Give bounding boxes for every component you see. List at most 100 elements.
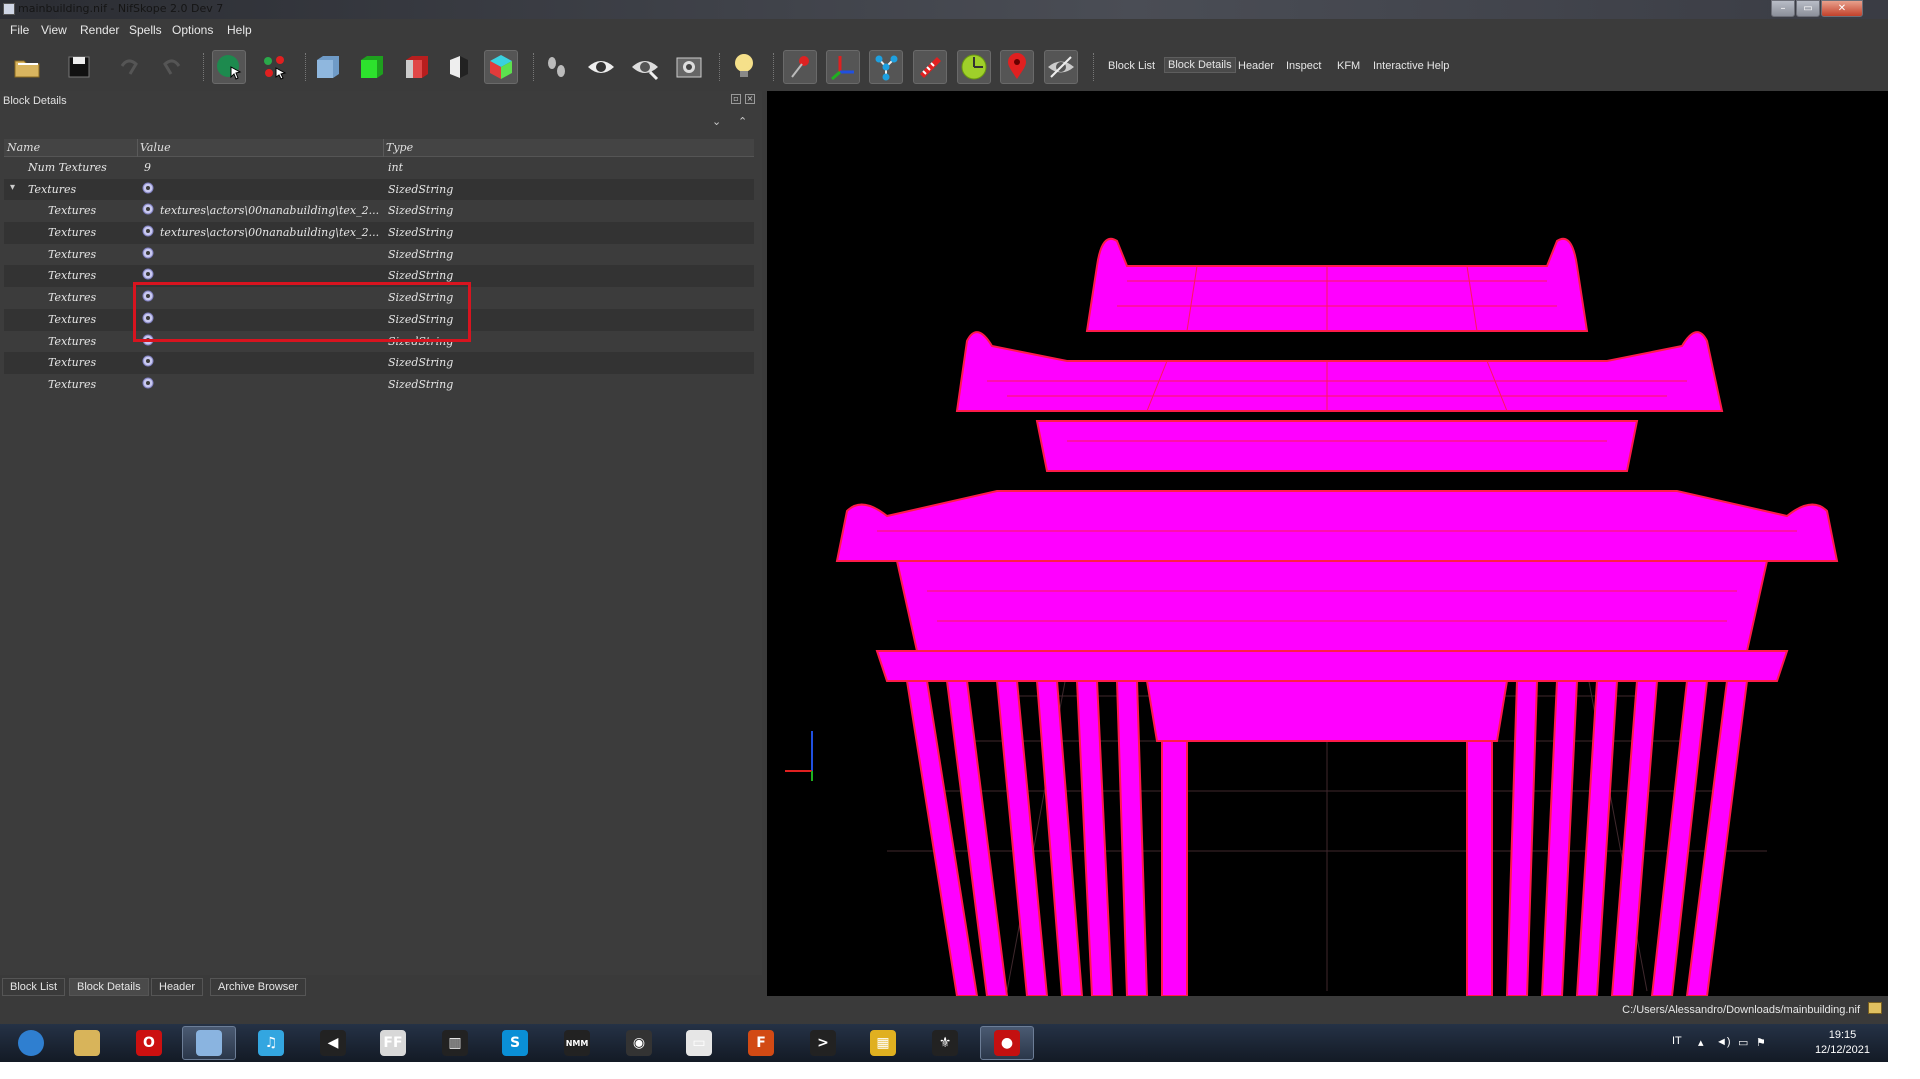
menu-file[interactable]: File: [10, 23, 29, 37]
clock[interactable]: 19:15 12/12/2021: [1815, 1028, 1870, 1058]
volume-icon[interactable]: ◄): [1716, 1036, 1731, 1048]
flag-icon[interactable]: ⚑: [1756, 1036, 1766, 1049]
taskbar-app[interactable]: >: [796, 1026, 850, 1060]
taskbar-app[interactable]: ◉: [612, 1026, 666, 1060]
taskbar-app[interactable]: FF: [366, 1026, 420, 1060]
constraints-icon[interactable]: [913, 50, 947, 84]
folder-icon[interactable]: [1868, 1002, 1882, 1014]
gear-icon[interactable]: [141, 376, 155, 390]
taskbar-app[interactable]: ⚜: [918, 1026, 972, 1060]
select-object-icon[interactable]: [212, 50, 246, 84]
tab-block-list[interactable]: Block List: [1105, 59, 1158, 73]
chevron-down-icon[interactable]: ⌄: [712, 115, 721, 128]
row-name: Textures: [28, 182, 77, 196]
gear-icon[interactable]: [141, 267, 155, 281]
taskbar-app[interactable]: [182, 1026, 236, 1060]
close-panel-button[interactable]: ×: [745, 94, 755, 104]
skype-icon: S: [502, 1030, 528, 1056]
taskbar-app[interactable]: ◀: [306, 1026, 360, 1060]
calendar-app-icon: ▦: [870, 1030, 896, 1056]
bottom-tab-header[interactable]: Header: [151, 978, 204, 996]
taskbar-app[interactable]: ▦: [856, 1026, 910, 1060]
gear-icon[interactable]: [141, 181, 155, 195]
menu-options[interactable]: Options: [172, 23, 213, 37]
save-icon[interactable]: [62, 50, 96, 84]
menu-view[interactable]: View: [41, 23, 67, 37]
marker-icon[interactable]: [1000, 50, 1034, 84]
table-row[interactable]: Textures textures\actors\00nanabuilding\t…: [4, 200, 754, 222]
volume-app-icon: ◀: [320, 1030, 346, 1056]
column-value[interactable]: Value: [140, 141, 171, 154]
table-row[interactable]: Num Textures 9 int: [4, 157, 754, 179]
3d-viewport[interactable]: [767, 91, 1888, 996]
hide-icon[interactable]: [1044, 50, 1078, 84]
language-indicator[interactable]: IT: [1672, 1035, 1682, 1047]
window-title: mainbuilding.nif - NifSkope 2.0 Dev 7: [18, 2, 224, 15]
gear-icon[interactable]: [141, 246, 155, 260]
close-button[interactable]: ✕: [1821, 0, 1863, 17]
row-value[interactable]: 9: [144, 161, 384, 174]
specular-icon[interactable]: [442, 50, 476, 84]
tab-interactive-help[interactable]: Interactive Help: [1370, 59, 1452, 73]
taskbar-app[interactable]: NMM: [550, 1026, 604, 1060]
eye-icon[interactable]: [584, 50, 618, 84]
taskbar-app[interactable]: [60, 1026, 114, 1060]
redo-icon[interactable]: [155, 50, 189, 84]
light-bulb-icon[interactable]: [728, 50, 762, 84]
gear-icon[interactable]: [141, 202, 155, 216]
load-icon[interactable]: [10, 50, 44, 84]
table-row[interactable]: Textures textures\actors\00nanabuilding\t…: [4, 222, 754, 244]
tray-expand-icon[interactable]: ▴: [1698, 1036, 1704, 1049]
row-value[interactable]: textures\actors\00nanabuilding\tex_2...: [160, 226, 400, 239]
panel-title: Block Details: [3, 95, 67, 107]
table-row[interactable]: ▾ Textures SizedString: [4, 178, 754, 201]
bottom-tab-archive-browser[interactable]: Archive Browser: [210, 978, 307, 996]
bottom-tab-block-details[interactable]: Block Details: [69, 978, 149, 996]
tab-header[interactable]: Header: [1235, 59, 1277, 73]
gear-icon[interactable]: [141, 224, 155, 238]
lighting-icon[interactable]: [540, 50, 574, 84]
row-value[interactable]: textures\actors\00nanabuilding\tex_2...: [160, 204, 400, 217]
undo-icon[interactable]: [112, 50, 146, 84]
menu-spells[interactable]: Spells: [129, 23, 162, 37]
select-vertex-icon[interactable]: [258, 50, 292, 84]
screenshot-icon[interactable]: [672, 50, 706, 84]
expand-arrow-icon[interactable]: ▾: [10, 182, 15, 193]
nodes-icon[interactable]: [869, 50, 903, 84]
normals-icon[interactable]: [400, 50, 434, 84]
column-name[interactable]: Name: [7, 141, 40, 154]
bottom-tab-block-list[interactable]: Block List: [2, 978, 66, 996]
table-row[interactable]: Textures SizedString: [4, 374, 754, 396]
taskbar-app[interactable]: ▭: [672, 1026, 726, 1060]
glow-icon[interactable]: [484, 50, 518, 84]
table-row[interactable]: Textures SizedString: [4, 352, 754, 374]
float-panel-button[interactable]: ▫: [731, 94, 741, 104]
tab-block-details[interactable]: Block Details: [1164, 57, 1236, 73]
start-orb-icon: [18, 1030, 44, 1056]
gear-icon[interactable]: [141, 354, 155, 368]
menu-render[interactable]: Render: [80, 23, 119, 37]
vertex-colors-icon[interactable]: [355, 50, 389, 84]
maximize-button[interactable]: ▭: [1796, 0, 1820, 17]
taskbar-app[interactable]: ▥: [428, 1026, 482, 1060]
taskbar-app[interactable]: F: [734, 1026, 788, 1060]
ffdec-icon: FF: [380, 1030, 406, 1056]
taskbar-app[interactable]: ●: [980, 1026, 1034, 1060]
tab-inspect[interactable]: Inspect: [1283, 59, 1324, 73]
taskbar-app[interactable]: ♫: [244, 1026, 298, 1060]
taskbar-app[interactable]: [4, 1026, 58, 1060]
furniture-icon[interactable]: [957, 50, 991, 84]
menu-help[interactable]: Help: [227, 23, 252, 37]
pin-icon[interactable]: [783, 50, 817, 84]
table-row[interactable]: Textures SizedString: [4, 244, 754, 266]
column-type[interactable]: Type: [386, 141, 413, 154]
axes-icon[interactable]: [826, 50, 860, 84]
minimize-button[interactable]: –: [1771, 0, 1795, 17]
network-icon[interactable]: ▭: [1738, 1036, 1748, 1049]
tab-kfm[interactable]: KFM: [1334, 59, 1363, 73]
textures-icon[interactable]: [311, 50, 345, 84]
taskbar-app[interactable]: O: [122, 1026, 176, 1060]
chevron-up-icon[interactable]: ⌃: [738, 115, 747, 128]
hidden-icon[interactable]: [628, 50, 662, 84]
taskbar-app[interactable]: S: [488, 1026, 542, 1060]
